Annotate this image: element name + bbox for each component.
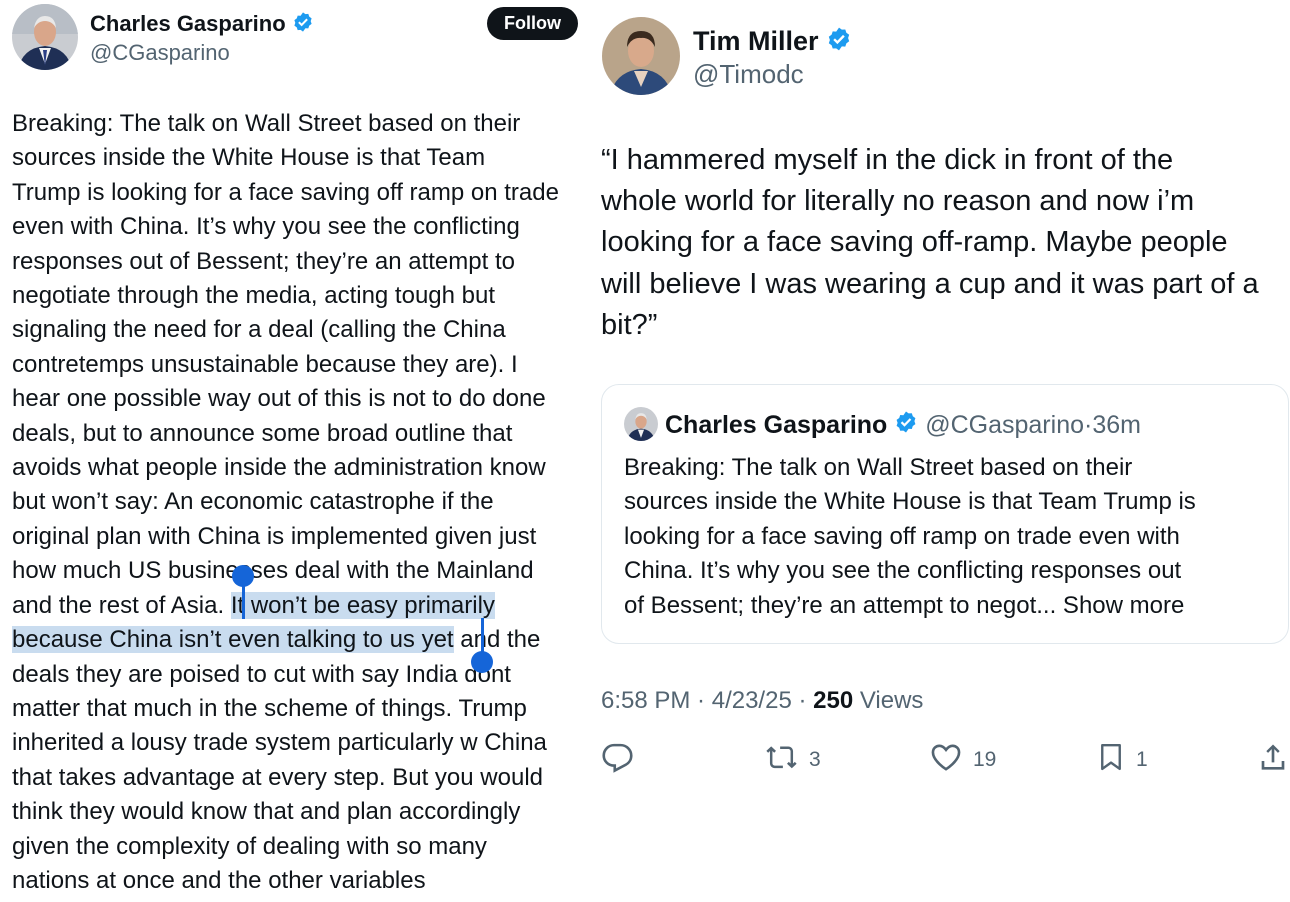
views-count: 250 bbox=[813, 687, 854, 714]
verified-badge-icon bbox=[292, 11, 314, 40]
left-text-after: and the deals they are poised to cut wit… bbox=[12, 626, 547, 894]
bookmark-button[interactable]: 1 bbox=[1096, 742, 1148, 778]
left-author: Charles Gasparino bbox=[90, 10, 314, 40]
bookmark-count: 1 bbox=[1136, 748, 1148, 771]
meta-sep: · bbox=[690, 687, 712, 714]
right-tweet-text[interactable]: “I hammered myself in the dick in front … bbox=[601, 140, 1290, 346]
meta-sep: · bbox=[791, 687, 814, 714]
tweet-time[interactable]: 6:58 PM bbox=[601, 687, 690, 714]
left-text-before: Breaking: The talk on Wall Street based … bbox=[12, 110, 559, 619]
right-author-handle[interactable]: @Timodc bbox=[693, 58, 804, 90]
reply-icon bbox=[601, 741, 634, 780]
quote-time[interactable]: 36m bbox=[1092, 411, 1141, 439]
left-author-handle[interactable]: @CGasparino bbox=[90, 39, 230, 67]
quote-author-name[interactable]: Charles Gasparino bbox=[665, 411, 887, 439]
right-author-name[interactable]: Tim Miller bbox=[693, 26, 819, 56]
quote-author-handle[interactable]: @CGasparino bbox=[925, 411, 1084, 439]
left-author-name[interactable]: Charles Gasparino bbox=[90, 11, 286, 36]
quote-header: Charles Gasparino @CGasparino·36m bbox=[665, 409, 1141, 442]
right-avatar[interactable] bbox=[602, 17, 680, 95]
quote-avatar[interactable] bbox=[624, 407, 658, 441]
bookmark-icon bbox=[1096, 740, 1126, 780]
quote-text: Breaking: The talk on Wall Street based … bbox=[624, 451, 1284, 623]
tweet-meta: 6:58 PM · 4/23/25 · 250 Views bbox=[601, 686, 923, 716]
selection-end-handle[interactable] bbox=[470, 618, 494, 674]
right-author: Tim Miller bbox=[693, 24, 852, 60]
like-button[interactable]: 19 bbox=[929, 742, 996, 778]
like-count: 19 bbox=[973, 748, 997, 771]
heart-icon bbox=[929, 741, 963, 780]
show-more-link[interactable]: Show more bbox=[1056, 592, 1184, 619]
tweet-date[interactable]: 4/23/25 bbox=[712, 687, 792, 714]
retweet-button[interactable]: 3 bbox=[764, 742, 821, 778]
reply-button[interactable] bbox=[601, 742, 634, 778]
verified-badge-icon bbox=[826, 26, 852, 60]
share-button[interactable] bbox=[1257, 742, 1289, 778]
views-label: Views bbox=[853, 687, 924, 714]
retweet-icon bbox=[764, 741, 799, 780]
follow-button[interactable]: Follow bbox=[487, 7, 578, 40]
verified-badge-icon bbox=[894, 410, 918, 442]
left-avatar[interactable] bbox=[12, 4, 78, 70]
left-tweet-text[interactable]: Breaking: The talk on Wall Street based … bbox=[12, 107, 602, 898]
quoted-tweet-card[interactable]: Charles Gasparino @CGasparino·36m Breaki… bbox=[601, 384, 1289, 644]
retweet-count: 3 bbox=[809, 748, 821, 771]
selection-start-handle[interactable] bbox=[232, 565, 256, 619]
share-icon bbox=[1257, 740, 1289, 780]
